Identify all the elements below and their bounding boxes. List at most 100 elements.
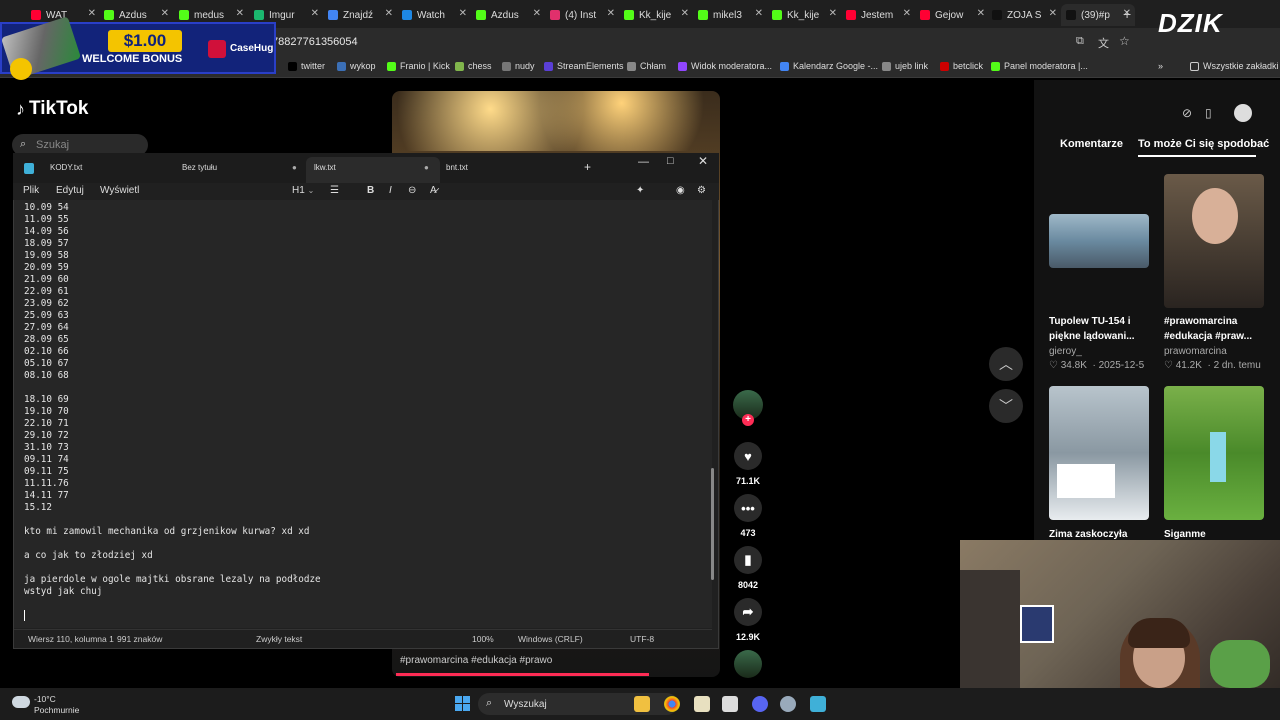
notepad-taskbar-icon[interactable] — [810, 696, 826, 712]
weather-description[interactable]: Pochmurnie — [34, 705, 79, 715]
recommendation-thumbnail[interactable] — [1049, 214, 1149, 268]
bookmark-item[interactable]: ujeb link — [882, 61, 928, 71]
menu-file[interactable]: Plik — [23, 185, 39, 196]
url-text[interactable]: 78827761356054 — [272, 36, 358, 48]
all-bookmarks-button[interactable]: Wszystkie zakładki — [1190, 61, 1279, 71]
video-progress-bar[interactable] — [396, 673, 649, 676]
close-button[interactable]: ✕ — [698, 154, 708, 168]
recommendation-title[interactable]: Tupolew TU-154 i piękne lądowani... — [1049, 314, 1153, 344]
recommendation-thumbnail[interactable] — [1049, 386, 1149, 520]
browser-tab[interactable]: Kk_kije ✕ — [619, 4, 693, 26]
close-tab-icon[interactable]: ✕ — [459, 8, 467, 19]
bookmark-item[interactable]: Widok moderatora... — [678, 61, 772, 71]
file-explorer-icon[interactable] — [634, 696, 650, 712]
menu-edit[interactable]: Edytuj — [56, 185, 84, 196]
browser-tab[interactable]: mikel3 ✕ — [693, 4, 767, 26]
italic-icon[interactable]: I — [389, 185, 392, 196]
install-icon[interactable]: ⧉ — [1076, 35, 1084, 48]
list-icon[interactable]: ☰ — [330, 185, 339, 196]
close-tab-icon[interactable]: ✕ — [681, 8, 689, 19]
chrome-icon[interactable] — [664, 696, 680, 712]
weather-temperature[interactable]: -10°C — [34, 694, 56, 704]
translate-icon[interactable]: 文 — [1098, 35, 1109, 51]
close-tab-icon[interactable]: ✕ — [903, 8, 911, 19]
discord-icon[interactable] — [752, 696, 768, 712]
browser-tab[interactable]: Azdus ✕ — [471, 4, 545, 26]
comment-button[interactable]: ••• 473 — [733, 494, 763, 538]
bookmark-item[interactable]: betclick — [940, 61, 983, 71]
bookmark-item[interactable]: Chłam — [627, 61, 666, 71]
follow-plus-icon[interactable]: + — [742, 414, 754, 426]
bookmarks-overflow-icon[interactable]: » — [1158, 61, 1163, 71]
new-tab-button[interactable]: + — [584, 160, 591, 174]
maximize-button[interactable]: □ — [667, 155, 674, 167]
close-tab-icon[interactable]: ✕ — [533, 8, 541, 19]
notepad-tab[interactable]: lkw.txt — [314, 163, 336, 172]
clear-format-icon[interactable]: A̷ — [430, 185, 437, 196]
browser-tab[interactable]: ZOJA S ✕ — [987, 4, 1061, 26]
menu-view[interactable]: Wyświetl — [100, 185, 139, 196]
close-tab-icon[interactable]: ✕ — [385, 8, 393, 19]
recommendation-thumbnail[interactable] — [1164, 386, 1264, 520]
bookmark-item[interactable]: Panel moderatora |... — [991, 61, 1088, 71]
close-tab-icon[interactable]: ✕ — [755, 8, 763, 19]
recommendation-thumbnail[interactable] — [1164, 174, 1264, 308]
tab-recommended[interactable]: To może Ci się spodobać — [1138, 138, 1269, 150]
close-tab-icon[interactable]: ✕ — [607, 8, 615, 19]
app-icon[interactable] — [694, 696, 710, 712]
video-hashtags[interactable]: #prawomarcina #edukacja #prawo — [400, 655, 552, 666]
bookmark-star-icon[interactable]: ☆ — [1119, 34, 1130, 48]
close-tab-icon[interactable]: ✕ — [236, 8, 244, 19]
recommendation-title[interactable]: #prawomarcina #edukacja #praw... — [1164, 314, 1268, 344]
browser-tab[interactable]: Watch ✕ — [397, 4, 471, 26]
notepad-tab[interactable]: KODY.txt — [50, 163, 82, 172]
bookmark-item[interactable]: Kalendarz Google -... — [780, 61, 878, 71]
browser-tab[interactable]: (4) Inst ✕ — [545, 4, 619, 26]
close-tab-icon[interactable]: ✕ — [829, 8, 837, 19]
copilot-icon[interactable]: ✦ — [636, 185, 644, 196]
minimize-button[interactable]: — — [638, 156, 649, 168]
account-icon[interactable]: ◉ — [676, 185, 685, 196]
bookmark-item[interactable]: nudy — [502, 61, 535, 71]
notepad-tab[interactable]: Bez tytułu — [182, 163, 217, 172]
sound-disc[interactable] — [733, 650, 763, 678]
tiktok-logo[interactable]: ♪ TikTok — [16, 98, 88, 120]
close-tab-icon[interactable]: ✕ — [161, 8, 169, 19]
notepad-scrollbar[interactable] — [711, 468, 714, 580]
compass-icon[interactable]: ⊘ — [1182, 106, 1192, 120]
bookmark-item[interactable]: chess — [455, 61, 492, 71]
previous-video-button[interactable]: ︿ — [989, 347, 1023, 381]
close-tab-icon[interactable]: ✕ — [311, 8, 319, 19]
bookmark-item[interactable]: wykop — [337, 61, 376, 71]
profile-avatar[interactable] — [1234, 104, 1252, 122]
snipping-tool-icon[interactable] — [722, 696, 738, 712]
bookmark-item[interactable]: twitter — [288, 61, 325, 71]
save-button[interactable]: ▮ 8042 — [733, 546, 763, 590]
creator-avatar[interactable]: + — [733, 390, 763, 426]
notepad-editor[interactable] — [14, 200, 712, 628]
browser-tab[interactable]: Kk_kije ✕ — [767, 4, 841, 26]
start-button[interactable] — [455, 696, 470, 711]
heading-select[interactable]: H1 ⌄ — [292, 185, 314, 196]
bold-icon[interactable]: B — [367, 185, 374, 196]
close-tab-icon[interactable]: ✕ — [1049, 8, 1057, 19]
notepad-tab[interactable]: bnt.txt — [446, 163, 468, 172]
settings-gear-icon[interactable]: ⚙ — [697, 185, 706, 196]
phone-icon[interactable]: ▯ — [1205, 106, 1212, 120]
recommendation-author[interactable]: prawomarcina — [1164, 346, 1227, 357]
tab-comments[interactable]: Komentarze — [1060, 138, 1123, 150]
bookmark-item[interactable]: Franio | Kick — [387, 61, 450, 71]
share-button[interactable]: ➦ 12.9K — [733, 598, 763, 642]
like-button[interactable]: ♥ 71.1K — [733, 442, 763, 486]
browser-tab[interactable]: Znajdź ✕ — [323, 4, 397, 26]
browser-tab[interactable]: Gejow ✕ — [915, 4, 989, 26]
bookmark-item[interactable]: StreamElements — [544, 61, 624, 71]
browser-tab[interactable]: Jestem ✕ — [841, 4, 915, 26]
steam-icon[interactable] — [780, 696, 796, 712]
link-icon[interactable]: ⊖ — [408, 185, 416, 196]
next-video-button[interactable]: ﹀ — [989, 389, 1023, 423]
close-tab-icon[interactable]: ✕ — [977, 8, 985, 19]
new-tab-button[interactable]: + — [1123, 6, 1131, 22]
close-tab-icon[interactable]: ✕ — [88, 8, 96, 19]
recommendation-author[interactable]: gieroy_ — [1049, 346, 1082, 357]
